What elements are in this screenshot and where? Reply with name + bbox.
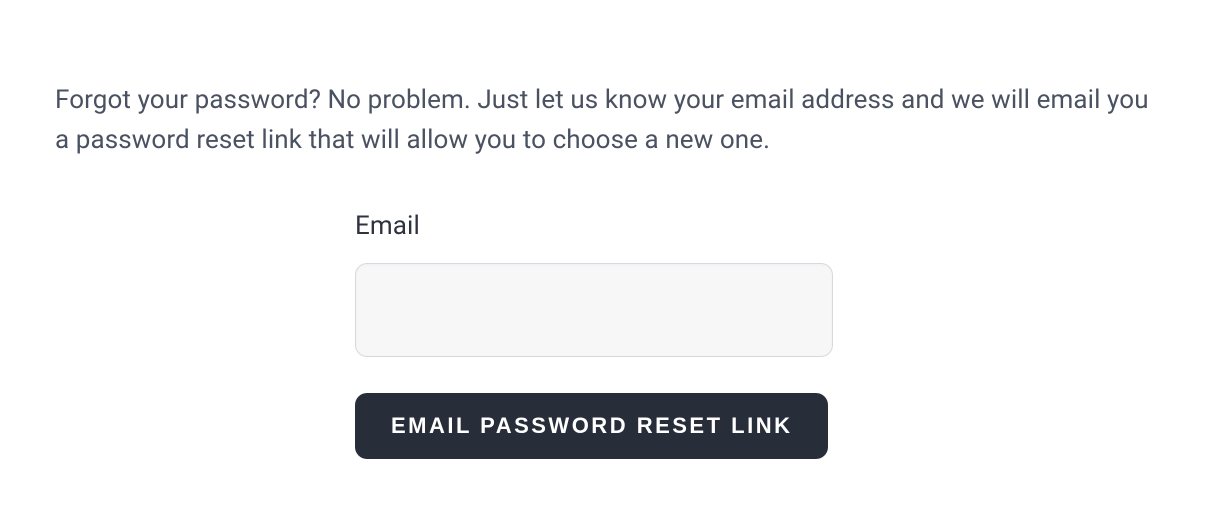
reset-password-form: Email EMAIL PASSWORD RESET LINK [355, 211, 833, 459]
email-label: Email [355, 211, 833, 241]
email-field[interactable] [355, 263, 833, 357]
forgot-password-description: Forgot your password? No problem. Just l… [55, 80, 1155, 161]
email-password-reset-link-button[interactable]: EMAIL PASSWORD RESET LINK [355, 393, 828, 459]
